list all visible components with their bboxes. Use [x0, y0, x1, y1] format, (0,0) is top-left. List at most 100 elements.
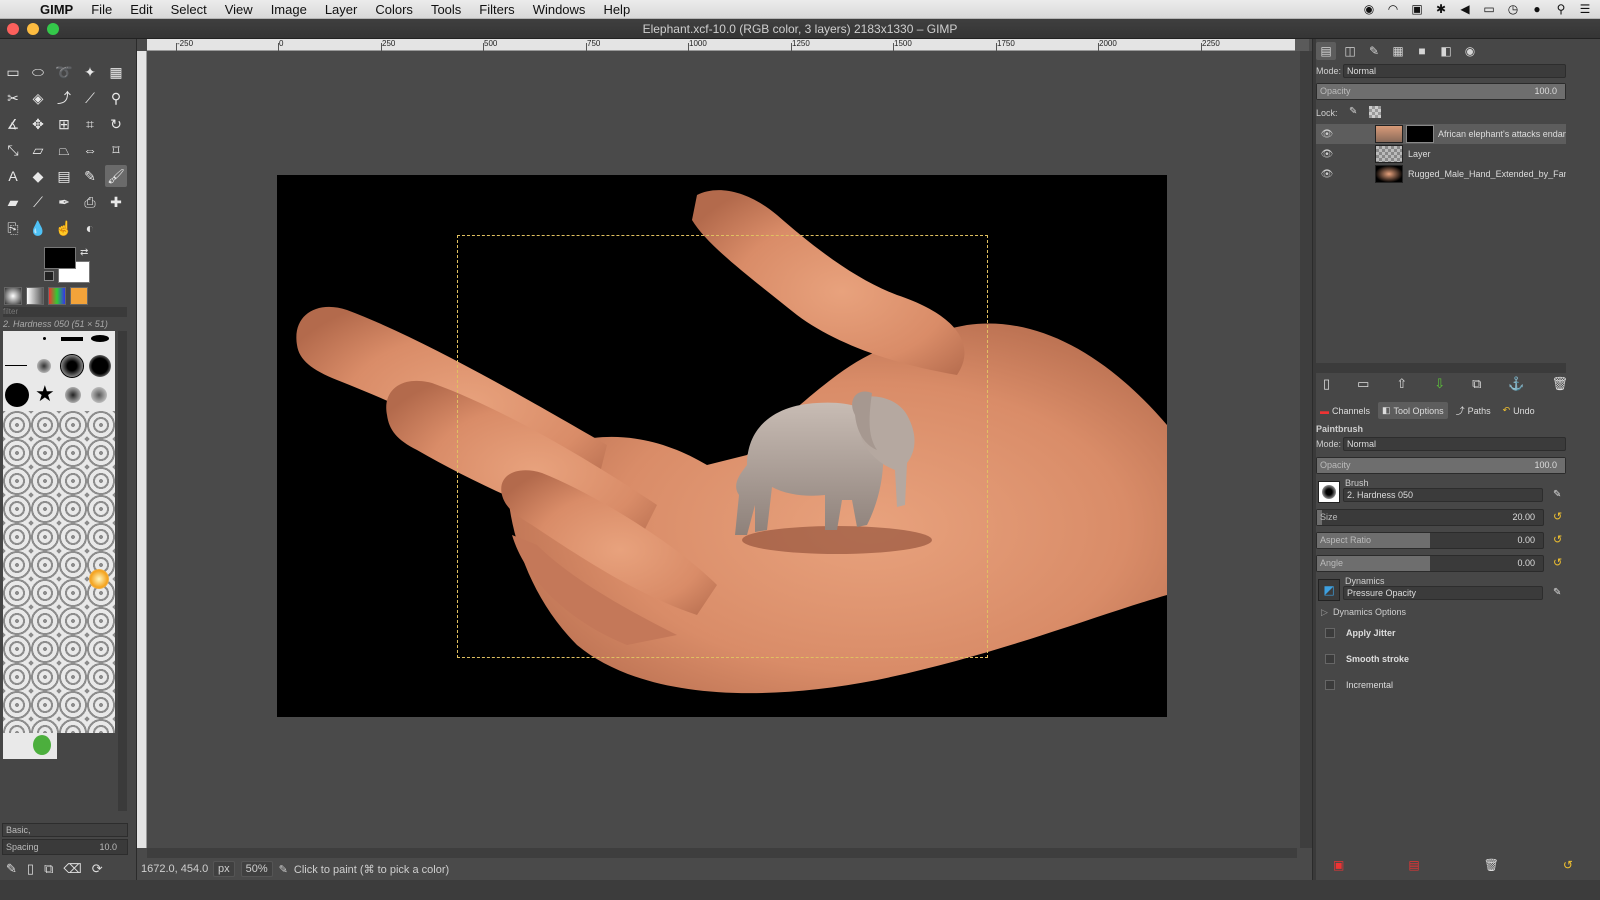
new-layer-group-icon[interactable]: ▭	[1357, 376, 1369, 392]
lower-layer-icon[interactable]: ⇩	[1434, 376, 1445, 392]
bluetooth-icon[interactable]: ✱	[1434, 2, 1448, 16]
brushes-tab-icon[interactable]	[4, 287, 22, 305]
layers-scrollbar[interactable]	[1316, 363, 1566, 373]
brush-swatch[interactable]	[37, 359, 51, 373]
layer-name[interactable]: Rugged_Male_Hand_Extended_by_Fanta	[1408, 169, 1566, 179]
tab-tool-options[interactable]: ◧ Tool Options	[1378, 402, 1448, 419]
incremental-label[interactable]: Incremental	[1346, 680, 1393, 690]
brush-swatch[interactable]	[5, 365, 27, 366]
layer-row[interactable]: 👁 Layer	[1316, 144, 1566, 164]
bucket-fill-tool-icon[interactable]: ◆	[27, 165, 49, 187]
reset-angle-icon[interactable]: ↺	[1553, 556, 1562, 569]
brush-grid[interactable]: ★	[3, 331, 115, 733]
menu-edit[interactable]: Edit	[130, 2, 152, 17]
selection-marquee[interactable]	[457, 235, 988, 658]
tool-mode-select[interactable]: Normal	[1343, 437, 1566, 451]
smooth-stroke-label[interactable]: Smooth stroke	[1346, 654, 1409, 664]
tab-channels[interactable]: ▬ Channels	[1316, 402, 1374, 419]
star-brush-icon[interactable]: ★	[35, 381, 55, 407]
layer-row[interactable]: 👁 African elephant's attacks endange	[1316, 124, 1566, 144]
layers-tab-icon[interactable]: ▤	[1316, 42, 1336, 60]
brush-swatch[interactable]	[65, 387, 81, 403]
menu-layer[interactable]: Layer	[325, 2, 358, 17]
vertical-ruler[interactable]	[137, 51, 147, 848]
swap-colors-icon[interactable]: ⇄	[80, 247, 88, 258]
edit-dynamics-icon[interactable]: ✎	[1553, 587, 1561, 598]
save-tool-preset-icon[interactable]: ▣	[1333, 858, 1344, 872]
channels-tab-icon[interactable]: ◫	[1340, 42, 1360, 60]
edit-brush-icon[interactable]: ✎	[6, 861, 17, 877]
color-select-tool-icon[interactable]: ▦	[105, 61, 127, 83]
aspect-ratio-slider[interactable]: Aspect Ratio 0.00	[1316, 532, 1544, 549]
scissors-tool-icon[interactable]: ✂	[2, 87, 24, 109]
brush-swatch[interactable]	[43, 337, 46, 340]
brush-select[interactable]: 2. Hardness 050	[1343, 488, 1543, 502]
vertical-scrollbar[interactable]	[1300, 51, 1312, 848]
foreground-select-tool-icon[interactable]: ◈	[27, 87, 49, 109]
brush-preset-select[interactable]: Basic,	[2, 823, 128, 837]
zoom-select[interactable]: 50%	[240, 861, 273, 877]
menu-windows[interactable]: Windows	[533, 2, 586, 17]
tab-undo[interactable]: ↶ Undo	[1499, 402, 1539, 419]
expand-arrow-icon[interactable]: ▷	[1321, 607, 1328, 618]
ellipse-select-tool-icon[interactable]: ⬭	[27, 61, 49, 83]
perspective-tool-icon[interactable]: ⏢	[53, 139, 75, 161]
raise-layer-icon[interactable]: ⇧	[1396, 376, 1407, 392]
gimp-menu-icon[interactable]: ◉	[1362, 2, 1376, 16]
menu-file[interactable]: File	[91, 2, 112, 17]
palettes-tab-icon[interactable]	[70, 287, 88, 305]
scale-tool-icon[interactable]: ⤡	[2, 139, 24, 161]
tool-options-dock-tab-icon[interactable]: ◧	[1436, 42, 1456, 60]
device-status-tab-icon[interactable]: ◉	[1460, 42, 1480, 60]
angle-slider[interactable]: Angle 0.00	[1316, 555, 1544, 572]
minimize-window-button[interactable]	[27, 23, 39, 35]
layer-name[interactable]: Layer	[1408, 149, 1558, 159]
new-brush-icon[interactable]: ▯	[27, 861, 34, 877]
lock-icon[interactable]: ▣	[1410, 2, 1424, 16]
eraser-tool-icon[interactable]: ▰	[2, 191, 24, 213]
horizontal-scrollbar[interactable]	[147, 848, 1297, 858]
ink-tool-icon[interactable]: ✒	[53, 191, 75, 213]
close-window-button[interactable]	[7, 23, 19, 35]
duplicate-layer-icon[interactable]: ⧉	[1472, 376, 1481, 392]
size-slider[interactable]: Size 20.00	[1316, 509, 1544, 526]
brush-swatch[interactable]	[89, 355, 111, 377]
dynamics-options-expander[interactable]: Dynamics Options	[1333, 607, 1406, 617]
rect-select-tool-icon[interactable]: ▭	[2, 61, 24, 83]
zoom-tool-icon[interactable]: ⚲	[105, 87, 127, 109]
tab-paths[interactable]: ⤴ Paths	[1452, 402, 1495, 419]
gradient-dock-tab-icon[interactable]: ■	[1412, 42, 1432, 60]
brush-spacing-slider[interactable]: Spacing 10.0	[2, 839, 128, 855]
dynamics-select[interactable]: Pressure Opacity	[1343, 586, 1543, 600]
airbrush-tool-icon[interactable]: ⟋	[27, 191, 49, 213]
eye-icon[interactable]: 👁	[1316, 169, 1338, 180]
delete-tool-preset-icon[interactable]: 🗑	[1484, 858, 1499, 872]
lasso-tool-icon[interactable]: ➰	[53, 61, 75, 83]
gradients-tab-icon[interactable]	[48, 287, 66, 305]
zoom-window-button[interactable]	[47, 23, 59, 35]
list-icon[interactable]: ☰	[1578, 2, 1592, 16]
anchor-layer-icon[interactable]: ⚓	[1508, 376, 1524, 392]
display-icon[interactable]: ▭	[1482, 2, 1496, 16]
brush-swatch[interactable]	[61, 337, 83, 341]
brushes-dock-tab-icon[interactable]: ✎	[1364, 42, 1384, 60]
move-tool-icon[interactable]: ✥	[27, 113, 49, 135]
reset-aspect-ratio-icon[interactable]: ↺	[1553, 533, 1562, 546]
smooth-stroke-checkbox[interactable]	[1325, 654, 1335, 664]
layer-mode-select[interactable]: Normal	[1343, 64, 1566, 78]
edit-brush-dock-icon[interactable]: ✎	[1553, 489, 1561, 500]
dodge-burn-tool-icon[interactable]: ◐	[79, 217, 101, 239]
refresh-brushes-icon[interactable]: ⟳	[92, 861, 103, 877]
eye-icon[interactable]: 👁	[1316, 149, 1338, 160]
incremental-checkbox[interactable]	[1325, 680, 1335, 690]
search-icon[interactable]: ⚲	[1554, 2, 1568, 16]
fuzzy-select-tool-icon[interactable]: ✦	[79, 61, 101, 83]
foreground-color-swatch[interactable]	[44, 247, 76, 269]
brush-swatch[interactable]	[91, 387, 107, 403]
wifi-icon[interactable]: ◠	[1386, 2, 1400, 16]
paintbrush-tool-icon[interactable]: 🖌	[105, 165, 127, 187]
crop-tool-icon[interactable]: ⌗	[79, 113, 101, 135]
lock-pixels-icon[interactable]: ✎	[1349, 106, 1357, 117]
menu-view[interactable]: View	[225, 2, 253, 17]
new-layer-icon[interactable]: ▯	[1323, 376, 1330, 392]
